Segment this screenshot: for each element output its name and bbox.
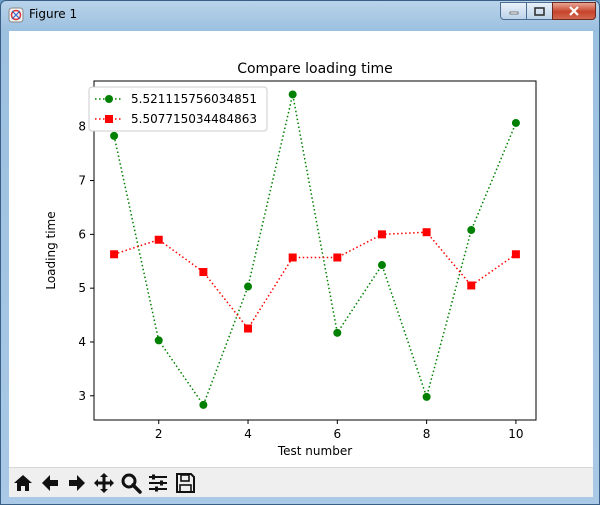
app-icon — [8, 7, 24, 23]
data-point — [288, 90, 297, 99]
legend-marker — [105, 115, 113, 123]
back-arrow-icon — [42, 475, 58, 491]
zoom-icon — [121, 473, 142, 494]
chart: 2 4 6 8 10 3 4 5 6 7 8 Compare loading time Test num… — [44, 61, 537, 458]
legend-marker — [105, 95, 113, 103]
data-point — [154, 235, 163, 244]
x-tick-label: 2 — [155, 427, 163, 441]
legend-label: 5.521115756034851 — [131, 92, 257, 106]
data-point — [110, 250, 119, 259]
forward-button[interactable] — [65, 471, 89, 495]
data-point — [467, 226, 476, 235]
forward-arrow-icon — [69, 475, 85, 491]
y-tick-label: 6 — [78, 227, 86, 241]
data-point — [377, 230, 386, 239]
data-point — [333, 253, 342, 262]
save-icon — [176, 473, 195, 493]
data-point — [199, 400, 208, 409]
x-tick-label: 8 — [423, 427, 431, 441]
x-tick-label: 4 — [244, 427, 252, 441]
y-tick-label: 3 — [78, 389, 86, 403]
y-tick-label: 4 — [78, 335, 86, 349]
data-point — [110, 131, 119, 140]
title-bar[interactable]: Figure 1 — [1, 1, 599, 27]
save-button[interactable] — [173, 471, 197, 495]
data-point — [467, 281, 476, 290]
data-point — [377, 261, 386, 270]
minimize-button[interactable] — [500, 2, 527, 20]
data-point — [244, 324, 253, 333]
maximize-button[interactable] — [526, 2, 553, 20]
data-point — [511, 118, 520, 127]
data-point — [511, 250, 520, 259]
maximize-icon — [534, 6, 545, 16]
data-point — [244, 282, 253, 291]
configure-subplots-button[interactable] — [146, 471, 170, 495]
pan-icon — [94, 473, 114, 493]
y-tick-label: 8 — [78, 120, 86, 134]
data-point — [422, 392, 431, 401]
chart-title: Compare loading time — [237, 61, 393, 77]
close-icon — [569, 6, 579, 16]
back-button[interactable] — [38, 471, 62, 495]
navigation-toolbar — [9, 467, 593, 497]
zoom-button[interactable] — [119, 471, 143, 495]
figure-canvas[interactable]: 2 4 6 8 10 3 4 5 6 7 8 Compare loading time Test num… — [9, 31, 593, 497]
data-point — [422, 228, 431, 237]
window-title: Figure 1 — [29, 7, 78, 21]
home-button[interactable] — [11, 471, 35, 495]
close-button[interactable] — [552, 2, 596, 20]
minimize-icon — [509, 11, 518, 15]
plot-area — [94, 81, 536, 420]
home-icon — [14, 475, 32, 491]
figure-window: Figure 1 2 4 6 8 10 3 4 5 6 7 8 Compare loading tim… — [0, 0, 600, 505]
data-point — [154, 336, 163, 345]
y-axis-label: Loading time — [44, 211, 58, 289]
y-tick-label: 5 — [78, 281, 86, 295]
legend-label: 5.507715034484863 — [131, 112, 257, 126]
configure-subplots-icon — [149, 474, 167, 492]
pan-button[interactable] — [92, 471, 116, 495]
data-point — [199, 268, 208, 277]
y-tick-label: 7 — [78, 174, 86, 188]
x-tick-label: 10 — [508, 427, 523, 441]
x-tick-label: 6 — [334, 427, 342, 441]
x-axis-label: Test number — [277, 444, 352, 458]
data-point — [288, 253, 297, 262]
data-point — [333, 328, 342, 337]
